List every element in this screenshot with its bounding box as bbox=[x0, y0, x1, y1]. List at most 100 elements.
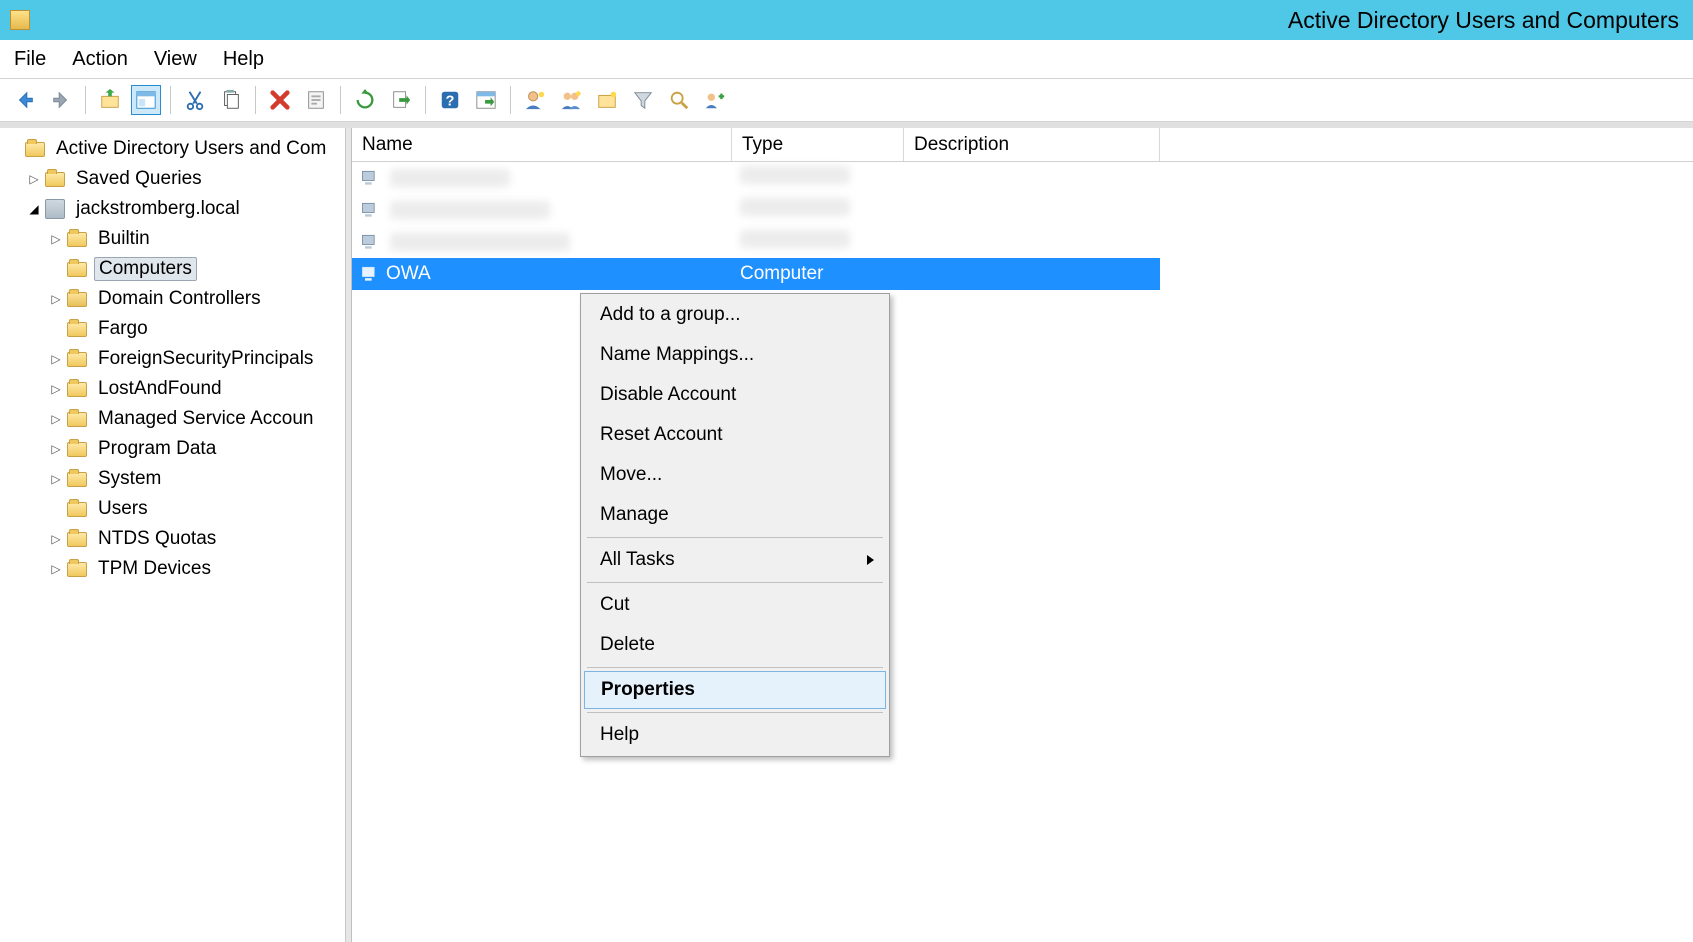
tree-label: Computers bbox=[94, 257, 197, 281]
folder-icon bbox=[66, 438, 88, 460]
new-ou-button[interactable] bbox=[592, 85, 622, 115]
ctx-help[interactable]: Help bbox=[584, 716, 886, 754]
action-pane-button[interactable] bbox=[471, 85, 501, 115]
toolbar-separator bbox=[255, 86, 256, 114]
ou-icon bbox=[66, 288, 88, 310]
folder-icon bbox=[66, 348, 88, 370]
tree-lost-and-found[interactable]: ▷ LostAndFound bbox=[0, 374, 351, 404]
folder-icon bbox=[44, 168, 66, 190]
help-button[interactable]: ? bbox=[435, 85, 465, 115]
expander-collapsed-icon[interactable]: ▷ bbox=[48, 351, 64, 367]
tree-label: LostAndFound bbox=[94, 378, 226, 400]
ctx-disable-account[interactable]: Disable Account bbox=[584, 376, 886, 414]
ctx-name-mappings[interactable]: Name Mappings... bbox=[584, 336, 886, 374]
list-row-redacted[interactable] bbox=[352, 162, 1693, 194]
delete-button[interactable] bbox=[265, 85, 295, 115]
toolbar: ? bbox=[0, 78, 1693, 122]
redacted-text bbox=[740, 166, 850, 184]
expander-collapsed-icon[interactable]: ▷ bbox=[48, 411, 64, 427]
splitter-handle[interactable] bbox=[345, 128, 351, 942]
tree-root[interactable]: Active Directory Users and Com bbox=[0, 134, 351, 164]
tree-fargo[interactable]: Fargo bbox=[0, 314, 351, 344]
tree-users[interactable]: Users bbox=[0, 494, 351, 524]
tree-computers[interactable]: Computers bbox=[0, 254, 351, 284]
tree-label: Managed Service Accoun bbox=[94, 408, 317, 430]
tree-label: Domain Controllers bbox=[94, 288, 265, 310]
nav-forward-button[interactable] bbox=[46, 85, 76, 115]
show-hide-console-tree-button[interactable] bbox=[131, 85, 161, 115]
copy-button[interactable] bbox=[216, 85, 246, 115]
expander-collapsed-icon[interactable]: ▷ bbox=[26, 171, 42, 187]
tree-domain-controllers[interactable]: ▷ Domain Controllers bbox=[0, 284, 351, 314]
list-row-redacted[interactable] bbox=[352, 226, 1693, 258]
expander-collapsed-icon[interactable]: ▷ bbox=[48, 441, 64, 457]
list-row-owa[interactable]: OWA Computer bbox=[352, 258, 1160, 290]
tree-fsp[interactable]: ▷ ForeignSecurityPrincipals bbox=[0, 344, 351, 374]
expander-collapsed-icon[interactable]: ▷ bbox=[48, 471, 64, 487]
ctx-manage[interactable]: Manage bbox=[584, 496, 886, 534]
submenu-arrow-icon bbox=[867, 555, 874, 565]
computer-icon bbox=[360, 168, 380, 188]
ctx-move[interactable]: Move... bbox=[584, 456, 886, 494]
folder-icon bbox=[66, 468, 88, 490]
expander-collapsed-icon[interactable]: ▷ bbox=[48, 531, 64, 547]
window-title: Active Directory Users and Computers bbox=[1288, 7, 1679, 34]
tree-domain[interactable]: ◢ jackstromberg.local bbox=[0, 194, 351, 224]
tree-msa[interactable]: ▷ Managed Service Accoun bbox=[0, 404, 351, 434]
toolbar-separator bbox=[340, 86, 341, 114]
up-one-level-button[interactable] bbox=[95, 85, 125, 115]
ctx-delete[interactable]: Delete bbox=[584, 626, 886, 664]
export-list-button[interactable] bbox=[386, 85, 416, 115]
redacted-text bbox=[390, 233, 570, 251]
tree-label: ForeignSecurityPrincipals bbox=[94, 348, 317, 370]
domain-icon bbox=[44, 198, 66, 220]
tree-builtin[interactable]: ▷ Builtin bbox=[0, 224, 351, 254]
ctx-separator bbox=[587, 582, 883, 583]
toolbar-separator bbox=[85, 86, 86, 114]
context-menu: Add to a group... Name Mappings... Disab… bbox=[580, 293, 890, 757]
tree-pane: Active Directory Users and Com ▷ Saved Q… bbox=[0, 128, 352, 942]
cut-button[interactable] bbox=[180, 85, 210, 115]
menu-view[interactable]: View bbox=[154, 48, 197, 71]
list-row-redacted[interactable] bbox=[352, 194, 1693, 226]
tree-ntds[interactable]: ▷ NTDS Quotas bbox=[0, 524, 351, 554]
properties-button[interactable] bbox=[301, 85, 331, 115]
column-name[interactable]: Name bbox=[352, 128, 732, 161]
main-area: Active Directory Users and Com ▷ Saved Q… bbox=[0, 128, 1693, 942]
refresh-button[interactable] bbox=[350, 85, 380, 115]
list-pane: Name Type Description bbox=[352, 128, 1693, 942]
ctx-cut[interactable]: Cut bbox=[584, 586, 886, 624]
menu-action[interactable]: Action bbox=[72, 48, 128, 71]
menu-file[interactable]: File bbox=[14, 48, 46, 71]
ctx-separator bbox=[587, 667, 883, 668]
expander-icon bbox=[48, 321, 64, 337]
tree-system[interactable]: ▷ System bbox=[0, 464, 351, 494]
tree-label: NTDS Quotas bbox=[94, 528, 220, 550]
expander-collapsed-icon[interactable]: ▷ bbox=[48, 381, 64, 397]
column-type[interactable]: Type bbox=[732, 128, 904, 161]
find-button[interactable] bbox=[664, 85, 694, 115]
ctx-add-to-group[interactable]: Add to a group... bbox=[584, 296, 886, 334]
tree-saved-queries[interactable]: ▷ Saved Queries bbox=[0, 164, 351, 194]
folder-icon bbox=[66, 498, 88, 520]
new-group-button[interactable] bbox=[556, 85, 586, 115]
ctx-reset-account[interactable]: Reset Account bbox=[584, 416, 886, 454]
menu-help[interactable]: Help bbox=[223, 48, 264, 71]
toolbar-separator bbox=[510, 86, 511, 114]
expander-collapsed-icon[interactable]: ▷ bbox=[48, 561, 64, 577]
tree-program-data[interactable]: ▷ Program Data bbox=[0, 434, 351, 464]
expander-expanded-icon[interactable]: ◢ bbox=[26, 201, 42, 217]
filter-button[interactable] bbox=[628, 85, 658, 115]
folder-icon bbox=[66, 258, 88, 280]
new-user-button[interactable] bbox=[520, 85, 550, 115]
ctx-all-tasks[interactable]: All Tasks bbox=[584, 541, 886, 579]
tree-tpm[interactable]: ▷ TPM Devices bbox=[0, 554, 351, 584]
ctx-properties[interactable]: Properties bbox=[584, 671, 886, 709]
nav-back-button[interactable] bbox=[10, 85, 40, 115]
add-to-group-button[interactable] bbox=[700, 85, 730, 115]
list-header: Name Type Description bbox=[352, 128, 1693, 162]
expander-collapsed-icon[interactable]: ▷ bbox=[48, 231, 64, 247]
expander-collapsed-icon[interactable]: ▷ bbox=[48, 291, 64, 307]
computer-icon bbox=[360, 232, 380, 252]
column-description[interactable]: Description bbox=[904, 128, 1160, 161]
